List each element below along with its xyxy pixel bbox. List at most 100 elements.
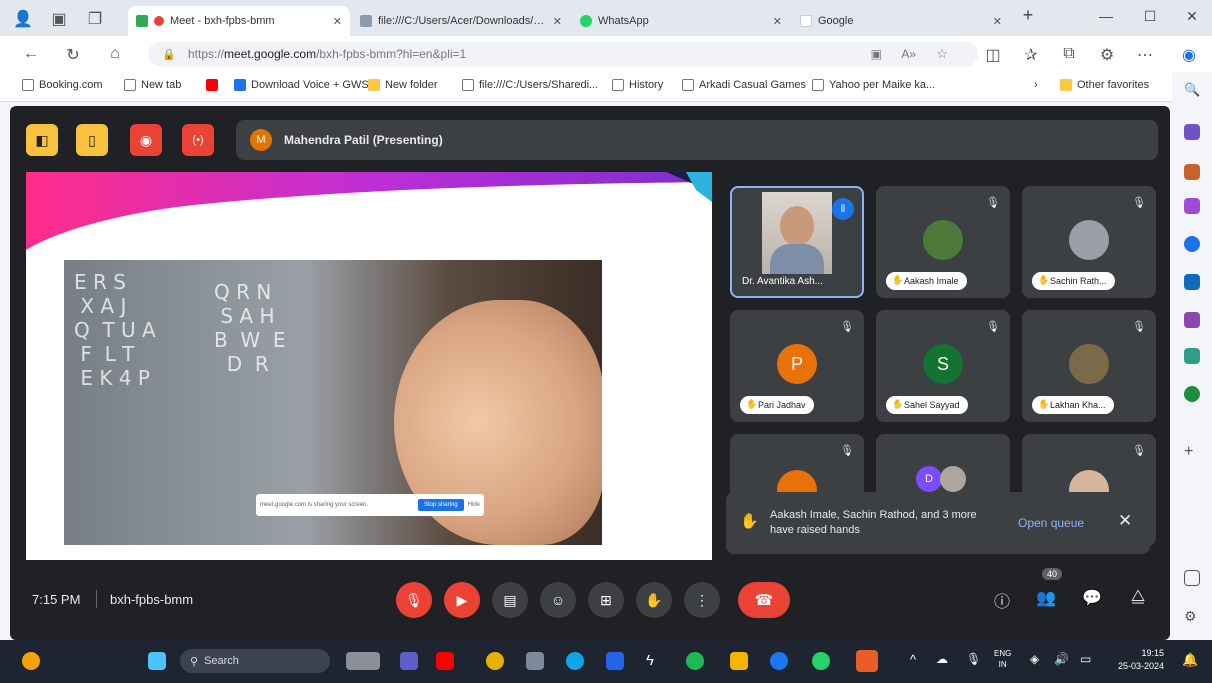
- live-stream-icon[interactable]: (•): [182, 124, 214, 156]
- extensions-icon[interactable]: ⚙: [1096, 45, 1118, 65]
- bookmark-folder[interactable]: New folder: [368, 79, 438, 91]
- tray-overflow-icon[interactable]: ^: [910, 652, 916, 667]
- store-icon[interactable]: [606, 652, 624, 670]
- present-button[interactable]: ⊞: [588, 582, 624, 618]
- search-icon[interactable]: 🔍: [1184, 82, 1200, 98]
- new-tab-icon[interactable]: +: [1016, 5, 1040, 26]
- split-screen-icon[interactable]: ◫: [982, 45, 1004, 65]
- bookmark-item[interactable]: Booking.com: [22, 79, 103, 91]
- people-icon[interactable]: 👥: [1034, 588, 1058, 608]
- captions-button[interactable]: ▤: [492, 582, 528, 618]
- read-aloud-icon[interactable]: A»: [901, 47, 916, 61]
- bookmark-item[interactable]: New tab: [124, 79, 181, 91]
- favorites-icon[interactable]: ✰: [1020, 45, 1042, 65]
- shopping-icon[interactable]: [1184, 164, 1200, 180]
- close-tab-icon[interactable]: ✕: [773, 15, 782, 28]
- tree-icon[interactable]: [1184, 386, 1200, 402]
- mic-off-button[interactable]: 🎙: [396, 582, 432, 618]
- bookmarks-overflow-icon[interactable]: ›: [1034, 79, 1038, 91]
- task-view-thumb-icon[interactable]: [346, 652, 380, 670]
- stop-sharing-button[interactable]: Stop sharing: [417, 499, 464, 511]
- workspaces-icon[interactable]: ▣: [48, 9, 70, 29]
- whatsapp-icon[interactable]: [812, 652, 830, 670]
- sidebar-settings-icon[interactable]: ⚙: [1184, 608, 1200, 624]
- designer-icon[interactable]: [1184, 312, 1200, 328]
- pin-icon[interactable]: ▯: [76, 124, 108, 156]
- emoji-button[interactable]: ☺: [540, 582, 576, 618]
- address-bar[interactable]: 🔒 https://meet.google.com/bxh-fpbs-bmm?h…: [148, 42, 978, 66]
- teams-icon[interactable]: [400, 652, 418, 670]
- back-icon[interactable]: ←: [20, 45, 42, 63]
- spotify-icon[interactable]: [686, 652, 704, 670]
- bookmark-item[interactable]: Download Voice + GWS...: [234, 79, 378, 91]
- maximize-icon[interactable]: ☐: [1138, 8, 1162, 25]
- close-tab-icon[interactable]: ✕: [333, 15, 342, 28]
- battery-icon[interactable]: ▭: [1080, 652, 1091, 666]
- volume-icon[interactable]: 🔊: [1054, 652, 1069, 666]
- record-icon[interactable]: ◉: [130, 124, 162, 156]
- activities-icon[interactable]: ⧋: [1126, 588, 1150, 606]
- more-options-button[interactable]: ⋮: [684, 582, 720, 618]
- participant-tile[interactable]: 🎙 S ✋ Sahel Sayyad: [876, 310, 1010, 422]
- taskbar-search[interactable]: ⚲ Search: [180, 649, 330, 673]
- refresh-icon[interactable]: ↻: [62, 45, 84, 65]
- home-icon[interactable]: ⌂: [104, 45, 126, 63]
- minimize-icon[interactable]: —: [1094, 8, 1118, 24]
- outlook-icon[interactable]: [1184, 274, 1200, 290]
- participant-tile[interactable]: 🎙 ✋ Sachin Rath...: [1022, 186, 1156, 298]
- other-favorites[interactable]: Other favorites: [1060, 79, 1149, 91]
- language-indicator[interactable]: ENG IN: [994, 648, 1011, 670]
- tools-icon[interactable]: [1184, 198, 1200, 214]
- chrome-icon[interactable]: [486, 652, 504, 670]
- mic-tray-icon[interactable]: 🎙: [966, 652, 981, 666]
- clock[interactable]: 19:15 25-03-2024: [1118, 647, 1164, 673]
- layout-icon[interactable]: ◧: [26, 124, 58, 156]
- copilot-sidebar-icon[interactable]: [1184, 124, 1200, 140]
- bookmark-item[interactable]: History: [612, 79, 663, 91]
- hide-sidebar-icon[interactable]: [1184, 570, 1200, 586]
- add-sidebar-icon[interactable]: +: [1184, 444, 1200, 460]
- bookmark-item[interactable]: file:///C:/Users/Sharedi...: [462, 79, 598, 91]
- collections-icon[interactable]: ⧉: [1058, 45, 1080, 63]
- chat-icon[interactable]: 💬: [1080, 588, 1104, 608]
- file-explorer-icon[interactable]: [730, 652, 748, 670]
- widgets-icon[interactable]: [22, 652, 40, 670]
- bookmark-item[interactable]: Yahoo per Maike ka...: [812, 79, 935, 91]
- app-icon[interactable]: [526, 652, 544, 670]
- profile-icon[interactable]: 👤: [12, 9, 34, 29]
- close-tab-icon[interactable]: ✕: [553, 15, 562, 28]
- office-icon[interactable]: [856, 650, 878, 672]
- more-menu-icon[interactable]: ⋯: [1134, 45, 1156, 65]
- edge-icon[interactable]: [566, 652, 584, 670]
- winamp-icon[interactable]: ϟ: [646, 652, 664, 670]
- facebook-icon[interactable]: [770, 652, 788, 670]
- raise-hand-button[interactable]: ✋: [636, 582, 672, 618]
- open-queue-button[interactable]: Open queue: [1018, 516, 1084, 530]
- end-call-button[interactable]: ☎: [738, 582, 790, 618]
- favorite-star-icon[interactable]: ☆: [936, 46, 948, 62]
- bookmark-item[interactable]: Arkadi Casual Games: [682, 79, 806, 91]
- onedrive-icon[interactable]: ☁: [936, 652, 948, 666]
- close-tab-icon[interactable]: ✕: [993, 15, 1002, 28]
- tab-actions-icon[interactable]: ❐: [84, 9, 106, 29]
- tab-meet[interactable]: Meet - bxh-fpbs-bmm ✕: [128, 6, 350, 36]
- hide-button[interactable]: Hide: [468, 502, 480, 508]
- participant-tile[interactable]: ⦀ Dr. Avantika Ash...: [730, 186, 864, 298]
- start-icon[interactable]: [148, 652, 166, 670]
- camera-permission-icon[interactable]: ▣: [871, 47, 882, 61]
- close-window-icon[interactable]: ✕: [1180, 8, 1204, 25]
- camera-off-button[interactable]: ▶: [444, 582, 480, 618]
- copilot-icon[interactable]: ◉: [1178, 45, 1200, 65]
- participant-tile[interactable]: 🎙 P ✋ Pari Jadhav: [730, 310, 864, 422]
- notifications-icon[interactable]: 🔔: [1182, 652, 1198, 668]
- tab-google[interactable]: Google ✕: [792, 6, 1010, 36]
- participant-tile[interactable]: 🎙 ✋ Aakash Imale: [876, 186, 1010, 298]
- dismiss-notice-icon[interactable]: ✕: [1118, 511, 1132, 531]
- tab-whatsapp[interactable]: WhatsApp ✕: [572, 6, 790, 36]
- youtube-icon[interactable]: [436, 652, 454, 670]
- drop-icon[interactable]: [1184, 348, 1200, 364]
- tab-file[interactable]: file:///C:/Users/Acer/Downloads/NCE... ✕: [352, 6, 570, 36]
- participant-tile[interactable]: 🎙 ✋ Lakhan Kha...: [1022, 310, 1156, 422]
- bookmark-youtube[interactable]: [206, 79, 218, 91]
- meeting-info-icon[interactable]: ⓘ: [990, 588, 1014, 612]
